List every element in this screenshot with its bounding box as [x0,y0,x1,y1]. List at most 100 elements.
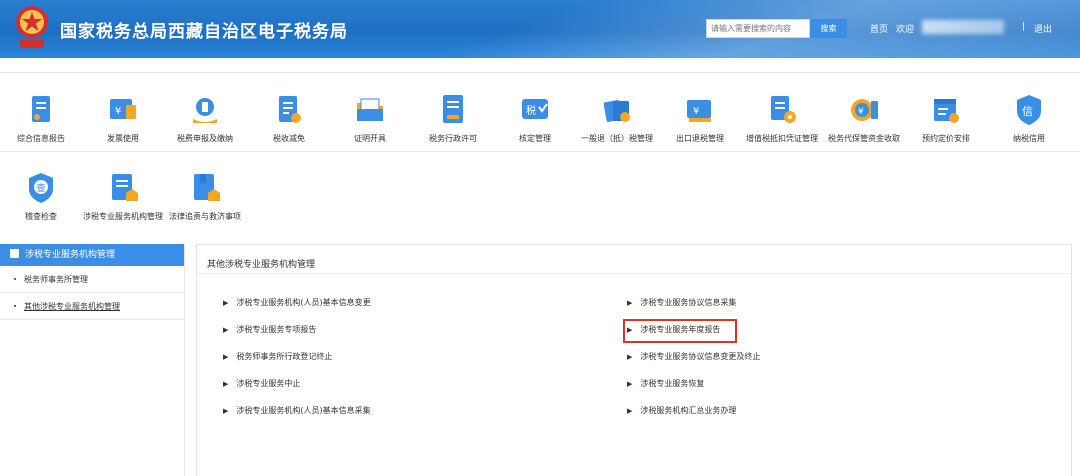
link-service-suspend[interactable]: ▶ 涉税专业服务中止 [223,378,300,389]
tax-payment-icon [193,98,217,123]
link-label: 涉税专业服务恢复 [640,379,705,388]
user-name-blurred [922,20,1004,34]
play-arrow-icon: ▶ [627,353,633,361]
func-comprehensive-report[interactable]: 综合信息报告 [0,93,86,145]
func-invoice-use[interactable]: ¥ 发票使用 [78,93,168,145]
search-input[interactable] [706,19,810,38]
func-inspection[interactable]: 查 稽查检查 [0,171,86,223]
play-arrow-icon: ▶ [223,326,229,334]
link-agreement-collect[interactable]: ▶ 涉税专业服务协议信息采集 [627,297,736,308]
play-arrow-icon: ▶ [223,407,229,415]
custody-fund-icon: ¥ [851,99,878,121]
link-label: 税务师事务所行政登记终止 [236,352,333,361]
site-title: 国家税务总局西藏自治区电子税务局 [60,22,348,42]
svg-text:¥: ¥ [115,106,121,117]
func-admin-permit[interactable]: 税务行政许可 [408,93,498,145]
menu-icon [10,249,19,258]
link-label: 涉税专业服务机构(人员)基本信息采集 [236,406,371,415]
bullet-icon [14,305,16,307]
highlight-box [623,319,737,343]
func-assessment[interactable]: 税 核定管理 [490,93,580,145]
sidebar-item-tax-agent-firm[interactable]: 税务师事务所管理 [0,266,184,293]
sidebar-item-other-agencies[interactable]: 其他涉税专业服务机构管理 [0,293,184,320]
export-refund-icon: ¥ [687,100,711,122]
link-label: 涉税专业服务中止 [236,379,301,388]
func-certificate[interactable]: 证明开具 [325,93,415,145]
func-vat-voucher[interactable]: 增值税抵扣凭证管理 [737,93,827,145]
link-label: 涉税专业服务协议信息变更及终止 [640,352,761,361]
link-basic-info-change[interactable]: ▶ 涉税专业服务机构(人员)基本信息变更 [223,297,371,308]
func-custody-fund[interactable]: ¥ 税务代保管资金收取 [819,93,909,145]
link-label: 涉税专业服务机构(人员)基本信息变更 [236,298,371,307]
func-general-refund[interactable]: 一般退（抵）税管理 [572,93,662,145]
link-service-resume[interactable]: ▶ 涉税专业服务恢复 [627,378,704,389]
row-separator [0,151,1080,152]
svg-text:¥: ¥ [858,107,864,117]
link-label: 涉税服务机构汇总业务办理 [640,406,737,415]
func-tax-payment[interactable]: 税费申报及缴纳 [160,93,250,145]
func-label: 法律追责与救济事项 [169,212,241,221]
play-arrow-icon: ▶ [627,380,633,388]
report-icon [32,96,50,122]
inspection-icon: 查 [29,173,53,203]
func-label: 综合信息报告 [17,134,65,143]
func-tax-credit[interactable]: 信 纳税信用 [984,93,1074,145]
link-special-report[interactable]: ▶ 涉税专业服务专项报告 [223,324,316,335]
func-pricing[interactable]: 预约定价安排 [901,93,991,145]
func-label: 涉税专业服务机构管理 [83,212,163,221]
function-grid: 综合信息报告 ¥ 发票使用 税费申报及缴纳 税收减免 证明开具 税务行政许可 税… [0,72,1080,234]
agency-icon [112,174,138,201]
national-emblem-icon [16,6,48,48]
func-label: 纳税信用 [1013,134,1045,143]
sidebar-item-label: 其他涉税专业服务机构管理 [24,302,120,311]
func-agency-management[interactable]: 涉税专业服务机构管理 [78,171,168,223]
play-arrow-icon: ▶ [627,299,633,307]
assessment-icon: 税 [522,99,548,119]
play-arrow-icon: ▶ [627,407,633,415]
link-agreement-change[interactable]: ▶ 涉税专业服务协议信息变更及终止 [627,351,760,362]
func-label: 税务行政许可 [429,134,477,143]
func-label: 税收减免 [273,134,305,143]
link-basic-info-collect[interactable]: ▶ 涉税专业服务机构(人员)基本信息采集 [223,405,371,416]
func-tax-reduction[interactable]: 税收减免 [244,93,334,145]
logout-link[interactable]: 退出 [1034,22,1052,35]
svg-text:信: 信 [1022,105,1033,118]
header-divider: | [1022,22,1026,32]
func-label: 出口退税管理 [676,134,724,143]
panel-divider [197,273,1071,274]
func-export-refund[interactable]: ¥ 出口退税管理 [655,93,745,145]
certificate-icon [357,98,383,121]
home-link[interactable]: 首页 [870,22,888,35]
func-label: 一般退（抵）税管理 [581,134,653,143]
func-legal-relief[interactable]: 法律追责与救济事项 [160,171,250,223]
main-panel: 其他涉税专业服务机构管理 ▶ 涉税专业服务机构(人员)基本信息变更 ▶ 涉税专业服务… [196,244,1072,476]
svg-text:¥: ¥ [693,106,699,117]
sidebar-item-label: 税务师事务所管理 [24,275,88,284]
play-arrow-icon: ▶ [223,353,229,361]
func-label: 核定管理 [519,134,551,143]
credit-icon: 信 [1017,95,1041,125]
func-label: 预约定价安排 [922,134,970,143]
svg-text:查: 查 [37,182,46,194]
play-arrow-icon: ▶ [223,299,229,307]
search-button[interactable]: 搜索 [810,19,847,38]
link-label: 涉税专业服务协议信息采集 [640,298,737,307]
func-label: 证明开具 [354,134,386,143]
func-label: 发票使用 [107,134,139,143]
func-label: 税务代保管资金收取 [828,134,900,143]
func-label: 增值税抵扣凭证管理 [746,134,818,143]
vat-voucher-icon [771,96,796,123]
sidebar: 涉税专业服务机构管理 税务师事务所管理 其他涉税专业服务机构管理 [0,244,185,476]
sidebar-header: 涉税专业服务机构管理 [0,244,184,266]
welcome-text: 欢迎 [896,25,915,35]
link-label: 涉税专业服务专项报告 [236,325,317,334]
play-arrow-icon: ▶ [223,380,229,388]
permit-icon [443,95,463,123]
tax-reduction-icon [279,96,301,123]
bullet-icon [14,278,16,280]
link-firm-termination[interactable]: ▶ 税务师事务所行政登记终止 [223,351,332,362]
panel-title: 其他涉税专业服务机构管理 [207,260,316,270]
link-summary-business[interactable]: ▶ 涉税服务机构汇总业务办理 [627,405,736,416]
legal-icon [194,174,220,201]
func-label: 税费申报及缴纳 [177,134,233,143]
